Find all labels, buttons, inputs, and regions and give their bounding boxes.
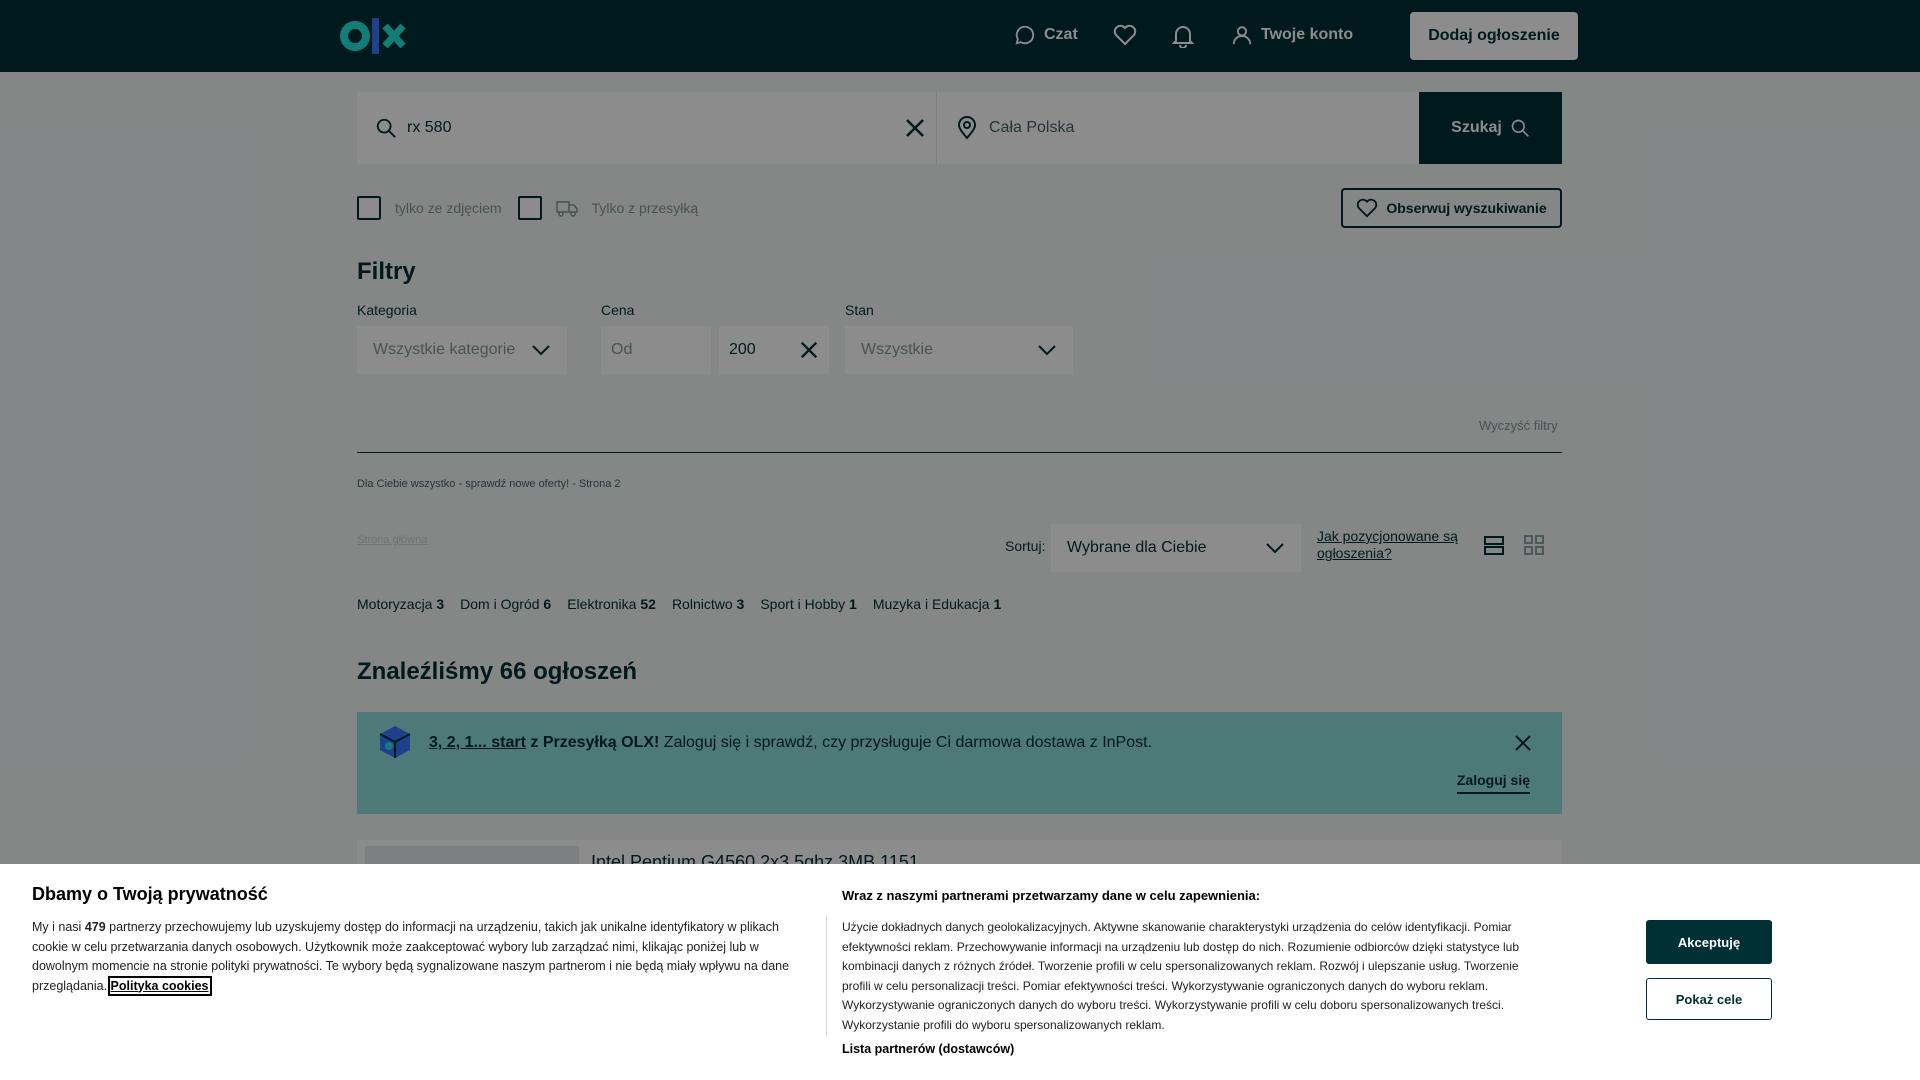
purposes-title: Wraz z naszymi partnerami przetwarzamy d… xyxy=(842,888,1261,903)
purposes-text: Użycie dokładnych danych geolokalizacyjn… xyxy=(842,920,1519,1032)
accept-cookies-button[interactable]: Akceptuję xyxy=(1646,920,1772,964)
cookie-text: My i nasi 479 partnerzy przechowujemy lu… xyxy=(32,920,790,996)
cookie-consent-banner: Dbamy o Twoją prywatność My i nasi 479 p… xyxy=(0,864,1920,1080)
cookie-divider xyxy=(826,916,827,1036)
cookie-title: Dbamy o Twoją prywatność xyxy=(32,884,268,904)
cookie-policy-link[interactable]: Polityka cookies xyxy=(107,975,212,996)
partners-count: 479 xyxy=(84,920,106,934)
show-purposes-button[interactable]: Pokaż cele xyxy=(1646,978,1772,1020)
partners-list-link[interactable]: Lista partnerów (dostawców) xyxy=(842,1042,1014,1056)
